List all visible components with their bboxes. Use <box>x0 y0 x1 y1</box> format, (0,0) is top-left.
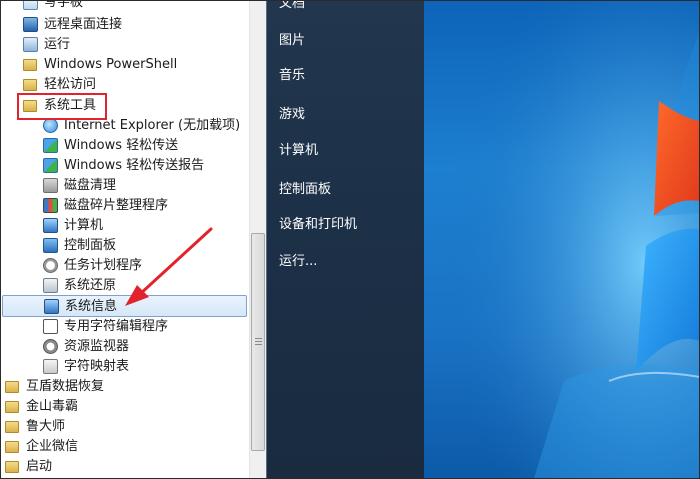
folder-icon <box>5 379 21 395</box>
scrollbar-grip-icon <box>255 338 262 346</box>
control-panel-icon <box>43 238 59 254</box>
internet-explorer-icon <box>43 118 59 134</box>
highlight-box-system-tools <box>17 93 107 120</box>
folder-icon <box>23 57 39 73</box>
list-item-system-information[interactable]: 系统信息 <box>2 295 247 317</box>
list-item-wecom[interactable]: 企业微信 <box>1 437 247 457</box>
disk-defragmenter-icon <box>43 198 59 214</box>
list-item-disk-cleanup[interactable]: 磁盘清理 <box>1 176 247 196</box>
desktop-wallpaper <box>424 1 699 478</box>
folder-icon <box>5 399 21 415</box>
list-item-ludashi[interactable]: 鲁大师 <box>1 417 247 437</box>
windows-logo-wallpaper-image <box>424 1 699 478</box>
list-item-windows-powershell[interactable]: Windows PowerShell <box>1 55 247 75</box>
list-item-hudun-data-recovery[interactable]: 互盾数据恢复 <box>1 377 247 397</box>
all-programs-list: 写字板 远程桌面连接 运行 Windows PowerShell 轻松访问 系统… <box>1 1 249 478</box>
start-link-control-panel[interactable]: 控制面板 <box>279 179 331 201</box>
character-map-icon <box>43 359 59 375</box>
scrollbar[interactable] <box>249 1 266 478</box>
list-item-kingsoft-antivirus[interactable]: 金山毒霸 <box>1 397 247 417</box>
list-item-computer[interactable]: 计算机 <box>1 216 247 236</box>
disk-cleanup-icon <box>43 178 59 194</box>
start-menu-right-column: 文档 图片 音乐 游戏 计算机 控制面板 设备和打印机 运行... <box>266 1 424 478</box>
folder-icon <box>23 77 39 93</box>
folder-icon <box>5 419 21 435</box>
start-link-music[interactable]: 音乐 <box>279 65 305 87</box>
list-item-run[interactable]: 运行 <box>1 35 247 55</box>
list-item-easy-transfer[interactable]: Windows 轻松传送 <box>1 136 247 156</box>
list-item-wordpad[interactable]: 写字板 <box>1 1 247 13</box>
list-item-easy-transfer-reports[interactable]: Windows 轻松传送报告 <box>1 156 247 176</box>
list-item-control-panel[interactable]: 控制面板 <box>1 236 247 256</box>
private-character-editor-icon <box>43 319 59 335</box>
resource-monitor-icon <box>43 339 59 355</box>
start-link-computer[interactable]: 计算机 <box>279 140 318 162</box>
system-restore-icon <box>43 278 59 294</box>
list-item-startup[interactable]: 启动 <box>1 457 247 477</box>
remote-desktop-icon <box>23 17 39 33</box>
list-item-character-map[interactable]: 字符映射表 <box>1 357 247 377</box>
task-scheduler-icon <box>43 258 59 274</box>
list-item-ease-of-access[interactable]: 轻松访问 <box>1 75 247 95</box>
list-item-disk-defragmenter[interactable]: 磁盘碎片整理程序 <box>1 196 247 216</box>
start-link-pictures[interactable]: 图片 <box>279 30 305 52</box>
list-item-task-scheduler[interactable]: 任务计划程序 <box>1 256 247 276</box>
run-icon <box>23 37 39 53</box>
wordpad-icon <box>23 1 39 11</box>
system-information-icon <box>44 299 60 315</box>
easy-transfer-reports-icon <box>43 158 59 174</box>
list-item-system-restore[interactable]: 系统还原 <box>1 276 247 296</box>
folder-icon <box>5 459 21 475</box>
screenshot-frame: 写字板 远程桌面连接 运行 Windows PowerShell 轻松访问 系统… <box>0 0 700 479</box>
start-link-devices-and-printers[interactable]: 设备和打印机 <box>279 214 357 236</box>
list-item-private-character-editor[interactable]: 专用字符编辑程序 <box>1 317 247 337</box>
folder-icon <box>5 439 21 455</box>
start-link-documents[interactable]: 文档 <box>279 1 305 15</box>
list-item-resource-monitor[interactable]: 资源监视器 <box>1 337 247 357</box>
start-link-games[interactable]: 游戏 <box>279 104 305 126</box>
scrollbar-thumb[interactable] <box>251 233 265 451</box>
easy-transfer-icon <box>43 138 59 154</box>
list-item-remote-desktop[interactable]: 远程桌面连接 <box>1 15 247 35</box>
start-link-run[interactable]: 运行... <box>279 251 317 273</box>
computer-icon <box>43 218 59 234</box>
